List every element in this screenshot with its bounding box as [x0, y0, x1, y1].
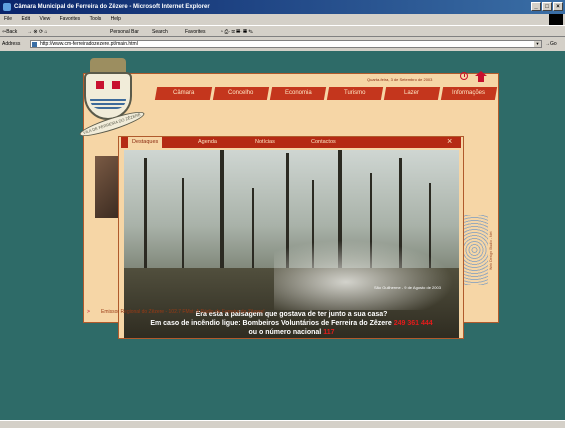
menu-help[interactable]: Help: [111, 16, 121, 22]
ticker-text[interactable]: Emissor Regional do Zêzere - 102.7 FMst:…: [101, 307, 265, 317]
personal-bar-button[interactable]: Personal Bar: [110, 26, 139, 38]
favorites-button[interactable]: Favorites: [185, 26, 206, 38]
panel-tabs: Destaques Agenda Notícias Contactos: [121, 137, 461, 148]
menu-file[interactable]: File: [4, 16, 12, 22]
crest-water: [90, 99, 126, 109]
crest-shield: [84, 72, 132, 120]
vertical-credit: Web Design Studio - Net: [489, 231, 493, 270]
forward-icon[interactable]: → ⊗ ⟳ ⌂: [27, 26, 48, 38]
back-button[interactable]: ⇦Back: [2, 26, 17, 38]
main-nav: Câmara Concelho Economia Turismo Lazer I…: [150, 87, 500, 101]
nav-economia[interactable]: Economia: [269, 87, 327, 100]
nav-camara[interactable]: Câmara: [154, 87, 213, 100]
crest-cross-icon: [112, 81, 120, 89]
address-input[interactable]: http://www.cm-ferreiradozezere.pt/main.h…: [30, 40, 542, 48]
caption-line-3-text: ou o número nacional: [248, 329, 322, 336]
nav-informacoes[interactable]: Informações: [440, 87, 498, 100]
browser-toolbar: ⇦Back → ⊗ ⟳ ⌂ Personal Bar Search Favori…: [0, 25, 565, 37]
tab-contactos[interactable]: Contactos: [311, 137, 336, 148]
caption-line-2: Em caso de incêndio ligue: Bombeiros Vol…: [124, 319, 459, 328]
panel-close-icon[interactable]: ×: [447, 136, 452, 147]
caption-line-3: ou o número nacional 117: [124, 328, 459, 337]
tab-noticias[interactable]: Notícias: [255, 137, 275, 148]
menu-tools[interactable]: Tools: [90, 16, 102, 22]
menu-view[interactable]: View: [39, 16, 50, 22]
national-emergency-number: 117: [323, 329, 335, 336]
close-button[interactable]: ×: [553, 2, 563, 11]
minimize-button[interactable]: _: [531, 2, 541, 11]
site-date: Quarta-feira, 3 de Setembro de 2003: [367, 77, 433, 82]
address-bar: Address http://www.cm-ferreiradozezere.p…: [0, 38, 565, 50]
nav-lazer[interactable]: Lazer: [383, 87, 441, 100]
address-label: Address: [2, 41, 21, 47]
page-icon: [32, 42, 37, 47]
municipal-crest-logo[interactable]: VILA DE FERREIRA DO ZÊZERE: [76, 55, 150, 141]
search-button[interactable]: Search: [152, 26, 168, 38]
radio-ticker: > Emissor Regional do Zêzere - 102.7 FMs…: [83, 307, 499, 317]
caption-line-2-text: Em caso de incêndio ligue: Bombeiros Vol…: [150, 320, 392, 327]
window-title: Câmara Municipal de Ferreira do Zêzere -…: [14, 4, 210, 10]
window-titlebar: Câmara Municipal de Ferreira do Zêzere -…: [0, 0, 565, 14]
ticker-arrow-icon: >: [87, 309, 90, 315]
clock-icon[interactable]: [460, 72, 468, 80]
ie-icon: [3, 3, 11, 11]
tab-agenda[interactable]: Agenda: [198, 137, 217, 148]
crest-cross-icon: [96, 81, 104, 89]
toolbar-extra-icons[interactable]: ◔ ⎙· ✉ ▤· ▦ ✎: [220, 26, 253, 38]
side-decoration-right: [461, 215, 488, 285]
menu-bar: File Edit View Favorites Tools Help: [0, 14, 565, 24]
address-url: http://www.cm-ferreiradozezere.pt/main.h…: [40, 41, 138, 47]
photo-smoke: [274, 240, 454, 310]
maximize-button[interactable]: □: [542, 2, 552, 11]
menu-favorites[interactable]: Favorites: [60, 16, 81, 22]
photo-credit: São Guilherme - 9 de Agosto de 2003: [374, 285, 441, 290]
address-dropdown-icon[interactable]: ▼: [534, 41, 541, 47]
nav-turismo[interactable]: Turismo: [326, 87, 384, 100]
menu-edit[interactable]: Edit: [21, 16, 30, 22]
nav-concelho[interactable]: Concelho: [212, 87, 270, 100]
firefighters-phone: 249 361 444: [393, 320, 433, 327]
home-icon[interactable]: [475, 71, 487, 82]
go-button[interactable]: →Go: [545, 38, 557, 50]
tab-destaques[interactable]: Destaques: [128, 137, 163, 148]
